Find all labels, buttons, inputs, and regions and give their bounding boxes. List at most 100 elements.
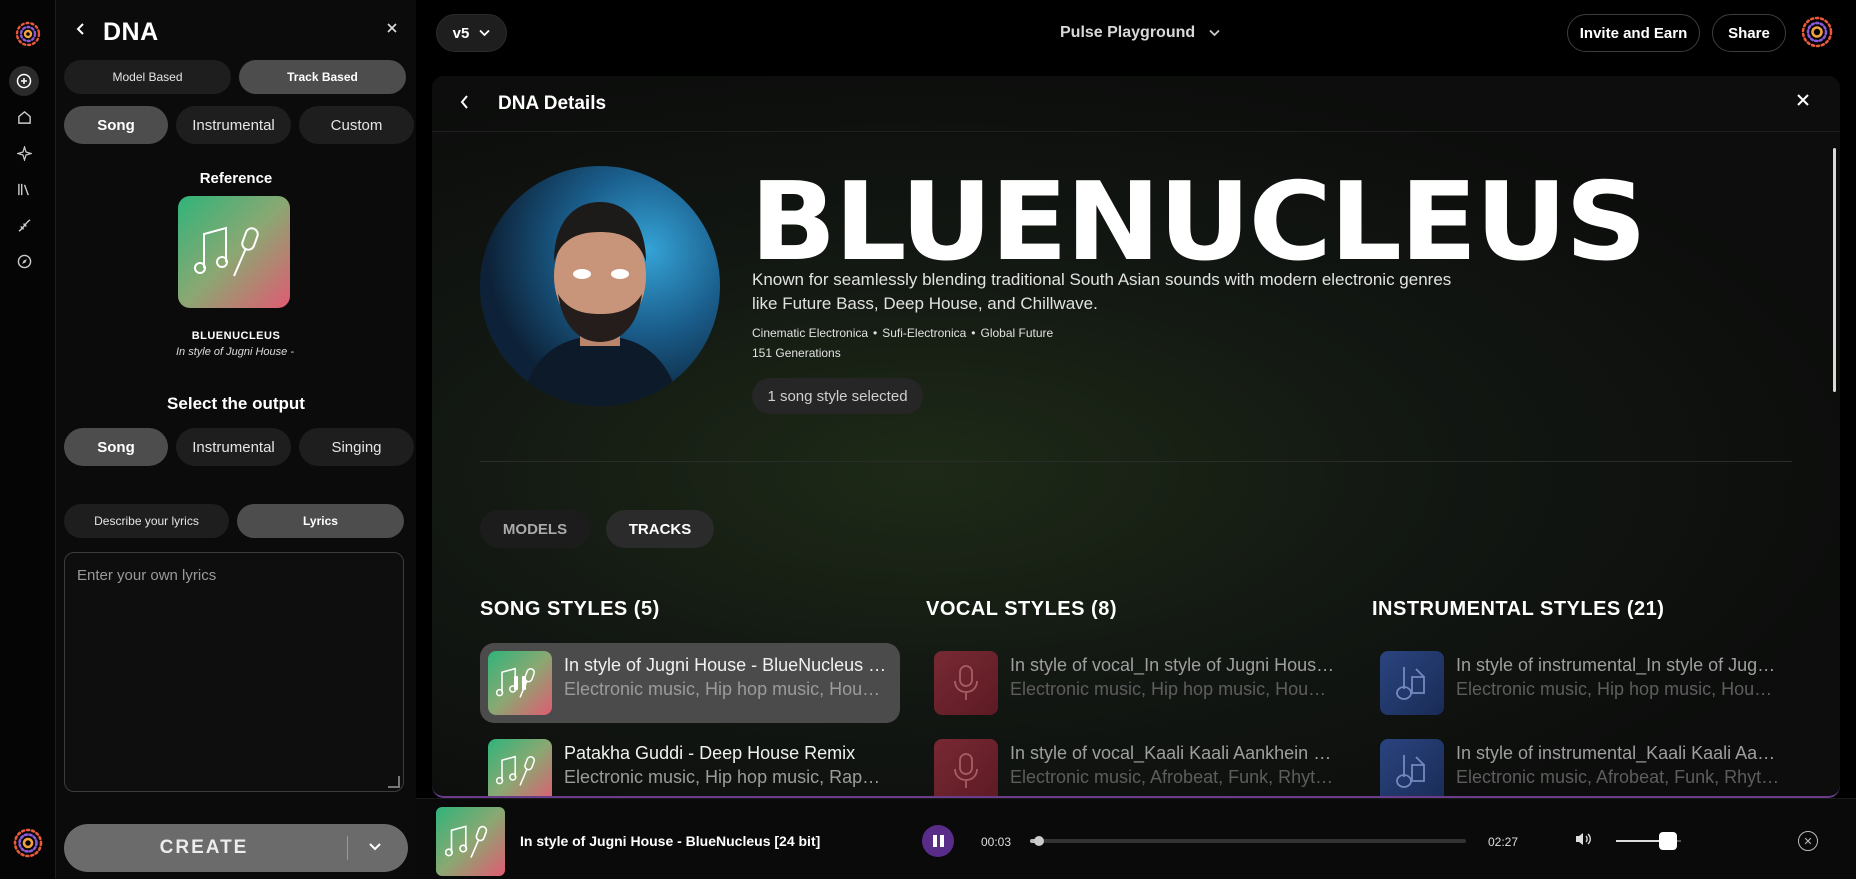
vocal-styles-column: VOCAL STYLES (8) In style of vocal_In st… (926, 598, 1346, 796)
output-instrumental-tab[interactable]: Instrumental (176, 428, 291, 466)
song-styles-column: SONG STYLES (5) In style of Jugni House … (480, 598, 900, 796)
instruments-icon (1396, 755, 1425, 788)
details-header: DNA Details (432, 76, 1840, 132)
create-nav-icon[interactable] (9, 66, 39, 96)
artist-avatar (480, 166, 720, 406)
share-button[interactable]: Share (1712, 14, 1786, 52)
version-label: v5 (452, 24, 470, 42)
type-instrumental-tab[interactable]: Instrumental (176, 106, 291, 144)
artist-name: BLUENUCLEUS (750, 160, 1647, 285)
player-track-title: In style of Jugni House - BlueNucleus [2… (520, 833, 821, 849)
track-thumbnail (934, 739, 998, 796)
dna-nav-icon[interactable] (14, 215, 34, 235)
type-toggle: Song Instrumental Custom (64, 106, 414, 144)
type-custom-tab[interactable]: Custom (299, 106, 414, 144)
track-title: In style of instrumental_Kaali Kaali Aan… (1456, 743, 1781, 763)
output-song-tab[interactable]: Song (64, 428, 168, 466)
track-thumbnail (934, 651, 998, 715)
close-panel-icon[interactable] (386, 21, 398, 39)
genre-tag: Sufi-Electronica (882, 326, 967, 340)
back-chevron-icon[interactable] (460, 94, 470, 115)
bullet-separator: • (971, 326, 976, 340)
chevron-down-icon (1209, 29, 1220, 37)
describe-lyrics-tab[interactable]: Describe your lyrics (64, 504, 229, 538)
create-divider (347, 836, 348, 860)
list-item[interactable]: In style of Jugni House - BlueNucleus [2… (480, 643, 900, 723)
dna-details-card: DNA Details BLUENUCLEUS Known for seamle… (432, 76, 1840, 798)
workspace-select[interactable]: Pulse Playground (1060, 24, 1220, 42)
brand-logo-icon[interactable] (13, 19, 43, 49)
track-title: In style of instrumental_In style of Jug… (1456, 655, 1781, 675)
library-nav-icon[interactable] (14, 179, 34, 199)
list-item[interactable]: In style of vocal_In style of Jugni Hous… (926, 643, 1346, 723)
details-title: DNA Details (498, 93, 607, 114)
tab-tracks[interactable]: TRACKS (606, 510, 714, 548)
selected-styles-pill[interactable]: 1 song style selected (752, 378, 923, 414)
audio-player: In style of Jugni House - BlueNucleus [2… (416, 798, 1856, 879)
progress-slider[interactable] (1030, 836, 1466, 846)
account-logo-icon[interactable] (11, 826, 45, 860)
track-tags: Electronic music, Hip hop music, House m… (1010, 679, 1335, 699)
chevron-down-icon[interactable] (367, 838, 383, 859)
genre-tag: Global Future (980, 326, 1054, 340)
track-tags: Electronic music, Hip hop music, House m… (564, 679, 889, 699)
list-item[interactable]: In style of vocal_Kaali Kaali Aankhein x… (926, 731, 1346, 796)
song-styles-heading: SONG STYLES (5) (480, 598, 660, 620)
type-song-tab[interactable]: Song (64, 106, 168, 144)
track-based-tab[interactable]: Track Based (239, 60, 406, 94)
volume-icon[interactable] (1574, 831, 1592, 852)
track-tags: Electronic music, Afrobeat, Funk, Rhythm… (1456, 767, 1781, 787)
reference-track: In style of Jugni House - BlueNucleus [2… (176, 346, 296, 358)
bullet-separator: • (873, 326, 878, 340)
explore-nav-icon[interactable] (14, 251, 34, 271)
resize-handle-icon[interactable] (388, 776, 400, 788)
home-nav-icon[interactable] (14, 107, 34, 127)
list-item[interactable]: In style of instrumental_In style of Jug… (1372, 643, 1792, 723)
instrumental-styles-heading: INSTRUMENTAL STYLES (21) (1372, 598, 1665, 620)
close-player-icon[interactable]: ✕ (1798, 831, 1818, 851)
version-select[interactable]: v5 (436, 14, 507, 52)
workspace-label: Pulse Playground (1060, 24, 1196, 41)
track-title: In style of Jugni House - BlueNucleus [2… (564, 655, 889, 675)
player-artwork (436, 807, 505, 876)
track-thumbnail (1380, 651, 1444, 715)
pause-icon (932, 835, 937, 847)
track-title: In style of vocal_In style of Jugni Hous… (1010, 655, 1335, 675)
lyrics-tab[interactable]: Lyrics (237, 504, 404, 538)
section-divider (480, 461, 1792, 462)
artist-description: Known for seamlessly blending traditiona… (752, 270, 1452, 313)
list-item[interactable]: In style of instrumental_Kaali Kaali Aan… (1372, 731, 1792, 796)
current-time: 00:03 (981, 835, 1012, 849)
dna-panel: DNA Model Based Track Based Song Instrum… (56, 0, 416, 879)
lyrics-placeholder: Enter your own lyrics (77, 567, 217, 584)
volume-knob[interactable] (1659, 832, 1677, 850)
pause-icon[interactable] (510, 673, 530, 693)
track-thumbnail (488, 651, 552, 715)
output-singing-tab[interactable]: Singing (299, 428, 414, 466)
close-icon[interactable] (1796, 93, 1810, 112)
progress-knob[interactable] (1033, 836, 1044, 846)
list-item[interactable]: Patakha Guddi - Deep House Remix Electro… (480, 731, 900, 796)
panel-header: DNA (56, 14, 416, 54)
create-label: CREATE (159, 837, 249, 858)
output-toggle: Song Instrumental Singing (64, 428, 414, 466)
genre-tag: Cinematic Electronica (752, 326, 869, 340)
create-button[interactable]: CREATE (64, 824, 408, 872)
track-title: In style of vocal_Kaali Kaali Aankhein x… (1010, 743, 1335, 763)
profile-avatar-icon[interactable] (1799, 14, 1835, 50)
back-chevron-icon[interactable] (76, 22, 86, 41)
lyrics-textarea[interactable]: Enter your own lyrics (64, 552, 404, 792)
sparkle-nav-icon[interactable] (14, 143, 34, 163)
left-rail (0, 0, 56, 879)
pause-button[interactable] (922, 825, 954, 857)
scrollbar[interactable] (1833, 148, 1836, 392)
invite-earn-button[interactable]: Invite and Earn (1567, 14, 1700, 52)
reference-artwork[interactable] (178, 196, 290, 308)
artist-portrait-icon (520, 202, 680, 406)
music-mic-icon (496, 755, 535, 786)
model-based-tab[interactable]: Model Based (64, 60, 231, 94)
genre-list: Cinematic Electronica • Sufi-Electronica… (752, 326, 1053, 340)
tab-models[interactable]: MODELS (480, 510, 590, 548)
reference-artist: BLUENUCLEUS (191, 330, 281, 342)
details-tabs: MODELS TRACKS (480, 510, 714, 548)
